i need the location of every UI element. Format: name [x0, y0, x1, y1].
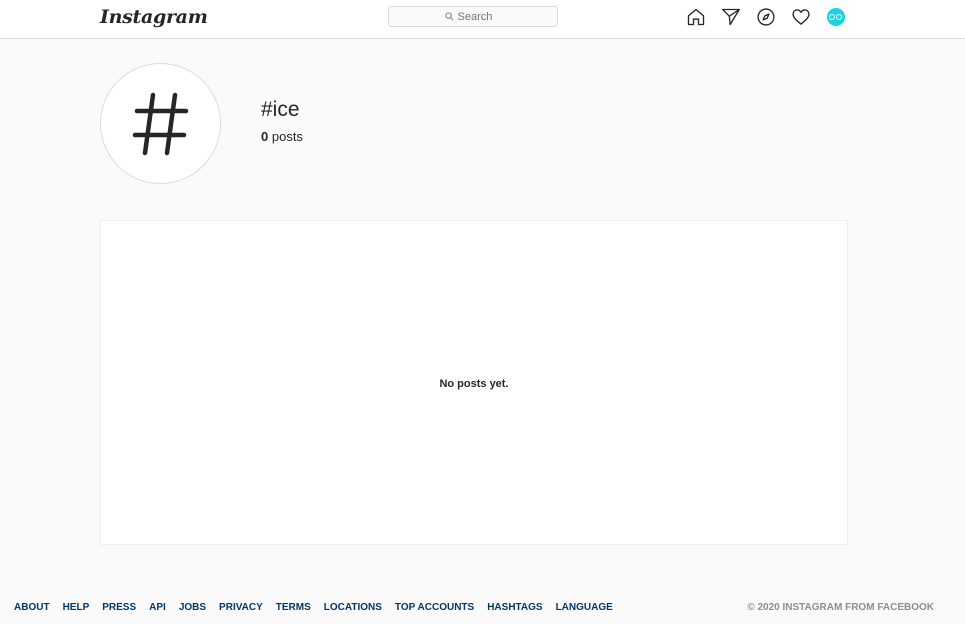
- footer-link-hashtags[interactable]: HASHTAGS: [487, 602, 542, 613]
- footer-link-help[interactable]: HELP: [63, 602, 90, 613]
- footer-link-privacy[interactable]: PRIVACY: [219, 602, 263, 613]
- footer-link-jobs[interactable]: JOBS: [179, 602, 206, 613]
- search-icon: [444, 12, 454, 21]
- posts-panel: No posts yet.: [100, 220, 848, 545]
- instagram-logo[interactable]: Instagram: [100, 6, 208, 28]
- direct-icon[interactable]: [721, 7, 741, 27]
- top-navbar: Instagram: [0, 0, 965, 39]
- hashtag-icon: [132, 92, 188, 155]
- copyright: © 2020 INSTAGRAM FROM FACEBOOK: [747, 602, 934, 613]
- hashtag-avatar: [100, 63, 221, 184]
- footer-link-about[interactable]: ABOUT: [14, 602, 50, 613]
- no-posts-message: No posts yet.: [439, 378, 509, 390]
- post-count-label: posts: [271, 129, 303, 144]
- footer-link-terms[interactable]: TERMS: [276, 602, 311, 613]
- footer-link-language[interactable]: LANGUAGE: [556, 602, 613, 613]
- footer-link-locations[interactable]: LOCATIONS: [324, 602, 382, 613]
- home-icon[interactable]: [686, 7, 706, 27]
- search-box[interactable]: [388, 6, 558, 27]
- search-input[interactable]: [457, 10, 502, 23]
- footer-link-top-accounts[interactable]: TOP ACCOUNTS: [395, 602, 474, 613]
- hashtag-title: #ice: [261, 98, 300, 121]
- post-count: 0 posts: [261, 129, 303, 144]
- nav-icons: [686, 7, 845, 27]
- profile-avatar[interactable]: [827, 8, 845, 26]
- explore-icon[interactable]: [756, 7, 776, 27]
- post-count-number: 0: [261, 129, 269, 144]
- footer: ABOUT HELP PRESS API JOBS PRIVACY TERMS …: [14, 602, 934, 616]
- footer-links: ABOUT HELP PRESS API JOBS PRIVACY TERMS …: [14, 602, 613, 613]
- heart-icon[interactable]: [791, 7, 811, 27]
- footer-link-press[interactable]: PRESS: [102, 602, 136, 613]
- footer-link-api[interactable]: API: [149, 602, 166, 613]
